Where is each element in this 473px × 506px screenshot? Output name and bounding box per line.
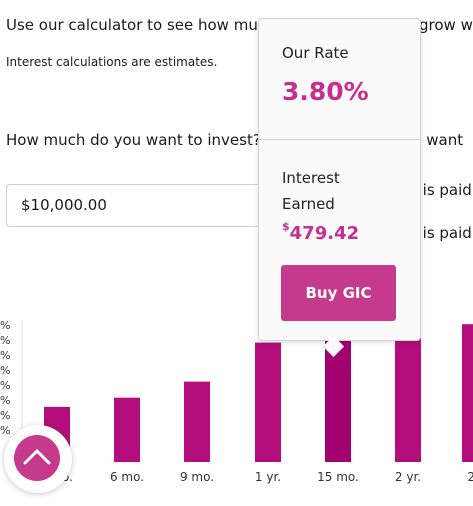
interest-earned-value: $479.42: [282, 220, 360, 244]
y-tick-label-5: %: [0, 394, 10, 407]
x-tick-label-1: 6 mo.: [110, 470, 144, 484]
chart-bar-5[interactable]: [395, 324, 421, 462]
y-tick-label-3: %: [0, 364, 10, 377]
y-tick-label-7: %: [0, 424, 10, 437]
y-tick-label-6: %: [0, 409, 10, 422]
chart-bar-4[interactable]: [325, 337, 351, 462]
buy-gic-button[interactable]: Buy GIC: [281, 265, 396, 321]
chevron-up-icon: [23, 449, 51, 465]
estimate-note: Interest calculations are estimates.: [6, 55, 218, 69]
intro-text: Use our calculator to see how mu: [6, 16, 258, 34]
x-tick-label-5: 2 yr.: [395, 470, 421, 484]
interest-amount: 479.42: [289, 223, 360, 244]
popover-divider: [259, 139, 420, 140]
y-tick-label-4: %: [0, 379, 10, 392]
rate-popover: Our Rate 3.80% Interest Earned $479.42 B…: [258, 18, 421, 358]
our-rate-value: 3.80%: [282, 77, 369, 106]
interest-earned-label: Interest Earned: [282, 169, 340, 213]
y-tick-label-1: %: [0, 334, 10, 347]
x-tick-label-2: 9 mo.: [180, 470, 214, 484]
our-rate-label: Our Rate: [282, 44, 349, 62]
y-tick-label-2: %: [0, 349, 10, 362]
chart-bar-2[interactable]: [184, 381, 210, 462]
intro-text-right: grow wi: [419, 16, 473, 34]
chart-bar-3[interactable]: [255, 342, 281, 462]
chart-bar-6[interactable]: [462, 324, 473, 462]
invest-question: How much do you want to invest?: [6, 131, 261, 149]
currency-symbol: $: [282, 220, 290, 233]
chart-bar-1[interactable]: [114, 397, 140, 462]
scroll-to-top-button[interactable]: [4, 425, 72, 493]
x-tick-label-6: 27: [467, 470, 473, 484]
x-tick-label-3: 1 yr.: [255, 470, 281, 484]
y-tick-label-0: %: [0, 319, 10, 332]
investment-amount-field[interactable]: [6, 184, 296, 227]
x-tick-label-4: 15 mo.: [317, 470, 359, 484]
scroll-to-top-circle: [14, 435, 60, 481]
investment-amount-input[interactable]: [21, 196, 261, 214]
